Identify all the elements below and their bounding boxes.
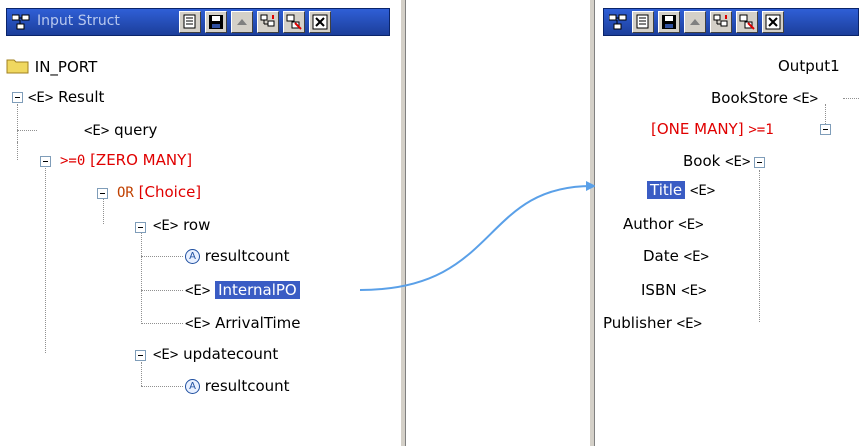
node-label: Author <box>623 215 674 233</box>
tree-node-zero-many[interactable]: >=0 [ZERO MANY] <box>60 150 192 170</box>
tree-line <box>45 168 46 353</box>
structure-icon <box>608 14 627 34</box>
tree-line <box>17 142 18 160</box>
tree-line <box>141 362 142 386</box>
collapse-choice-toggle[interactable] <box>97 188 108 199</box>
node-label: [ZERO MANY] <box>90 151 193 169</box>
close-button[interactable] <box>309 11 331 33</box>
save-button[interactable] <box>205 11 227 33</box>
attribute-icon: A <box>185 379 200 394</box>
root-label: IN_PORT <box>34 58 98 76</box>
tree-node-internalpo[interactable]: <E> InternalPO <box>185 280 300 300</box>
input-structure-panel: Input Struct IN_PORT <E> Result <E> quer… <box>0 0 400 446</box>
tree-node-book[interactable]: Book <E> <box>683 151 750 171</box>
expand-button[interactable] <box>710 11 732 33</box>
tree-line <box>17 130 37 131</box>
tree-node-choice[interactable]: OR [Choice] <box>117 182 201 202</box>
folder-icon <box>6 56 30 79</box>
save-button[interactable] <box>658 11 680 33</box>
tree-line <box>843 98 859 99</box>
tree-node-isbn[interactable]: ISBN <E> <box>641 280 707 300</box>
tree-node-arrivaltime[interactable]: <E> ArrivalTime <box>185 313 301 333</box>
node-label: query <box>114 121 158 139</box>
move-up-button[interactable] <box>684 11 706 33</box>
output-structure-panel: Output1 BookStore <E> [ONE MANY] >=1 Boo… <box>595 0 859 446</box>
tree-line <box>103 198 104 224</box>
tree-node-publisher[interactable]: Publisher <E> <box>603 313 702 333</box>
expand-button[interactable] <box>257 11 279 33</box>
close-button[interactable] <box>762 11 784 33</box>
tree-node-query[interactable]: <E> query <box>84 120 157 140</box>
tree-node-date[interactable]: Date <E> <box>643 246 709 266</box>
tree-line <box>141 256 183 257</box>
node-label: [Choice] <box>138 183 202 201</box>
node-label: updatecount <box>183 345 279 363</box>
move-up-button[interactable] <box>231 11 253 33</box>
node-label: resultcount <box>204 377 290 395</box>
tree-node-bookstore[interactable]: BookStore <E> <box>711 88 818 108</box>
mapping-connector[interactable] <box>360 180 600 300</box>
node-label: row <box>183 216 211 234</box>
collapse-zero-many-toggle[interactable] <box>40 156 51 167</box>
node-label: Publisher <box>603 314 672 332</box>
tree-node-resultcount[interactable]: A resultcount <box>185 376 290 396</box>
output-panel-titlebar <box>603 8 859 36</box>
view-button[interactable] <box>632 11 654 33</box>
tree-line <box>141 230 142 324</box>
tree-node-one-many[interactable]: [ONE MANY] >=1 <box>651 119 774 139</box>
collapse-one-many-toggle[interactable] <box>820 124 831 135</box>
node-label: ISBN <box>641 281 677 299</box>
tree-node-row[interactable]: <E> row <box>153 215 210 235</box>
tree-node-updatecount[interactable]: <E> updatecount <box>153 344 278 364</box>
input-panel-titlebar: Input Struct <box>6 8 390 36</box>
collapse-book-toggle[interactable] <box>754 157 765 168</box>
tree-node-title[interactable]: Title <E> <box>647 180 715 200</box>
input-panel-title: Input Struct <box>37 13 120 29</box>
tree-node-resultcount[interactable]: A resultcount <box>185 246 290 266</box>
filter-button[interactable] <box>736 11 758 33</box>
attribute-icon: A <box>185 249 200 264</box>
collapse-row-toggle[interactable] <box>135 222 146 233</box>
root-node[interactable]: IN_PORT <box>6 56 97 76</box>
tree-node-result[interactable]: <E> Result <box>28 87 104 107</box>
node-label-selected: InternalPO <box>215 281 300 299</box>
node-label: Date <box>643 247 679 265</box>
node-label: ArrivalTime <box>215 314 301 332</box>
tree-line <box>141 323 183 324</box>
collapse-updatecount-toggle[interactable] <box>135 350 146 361</box>
node-label: [ONE MANY] <box>651 120 744 138</box>
tree-line <box>759 170 760 322</box>
view-button[interactable] <box>179 11 201 33</box>
tree-line <box>141 290 183 291</box>
output-root-label[interactable]: Output1 <box>778 56 840 76</box>
node-label: resultcount <box>204 247 290 265</box>
tree-node-author[interactable]: Author <E> <box>623 214 704 234</box>
collapse-result-toggle[interactable] <box>12 92 23 103</box>
tree-line <box>141 386 183 387</box>
structure-icon <box>11 14 30 34</box>
node-label-selected: Title <box>647 181 686 199</box>
filter-button[interactable] <box>283 11 305 33</box>
node-label: Book <box>683 152 721 170</box>
tree-line <box>17 104 18 142</box>
node-label: BookStore <box>711 89 788 107</box>
node-label: Result <box>58 88 105 106</box>
